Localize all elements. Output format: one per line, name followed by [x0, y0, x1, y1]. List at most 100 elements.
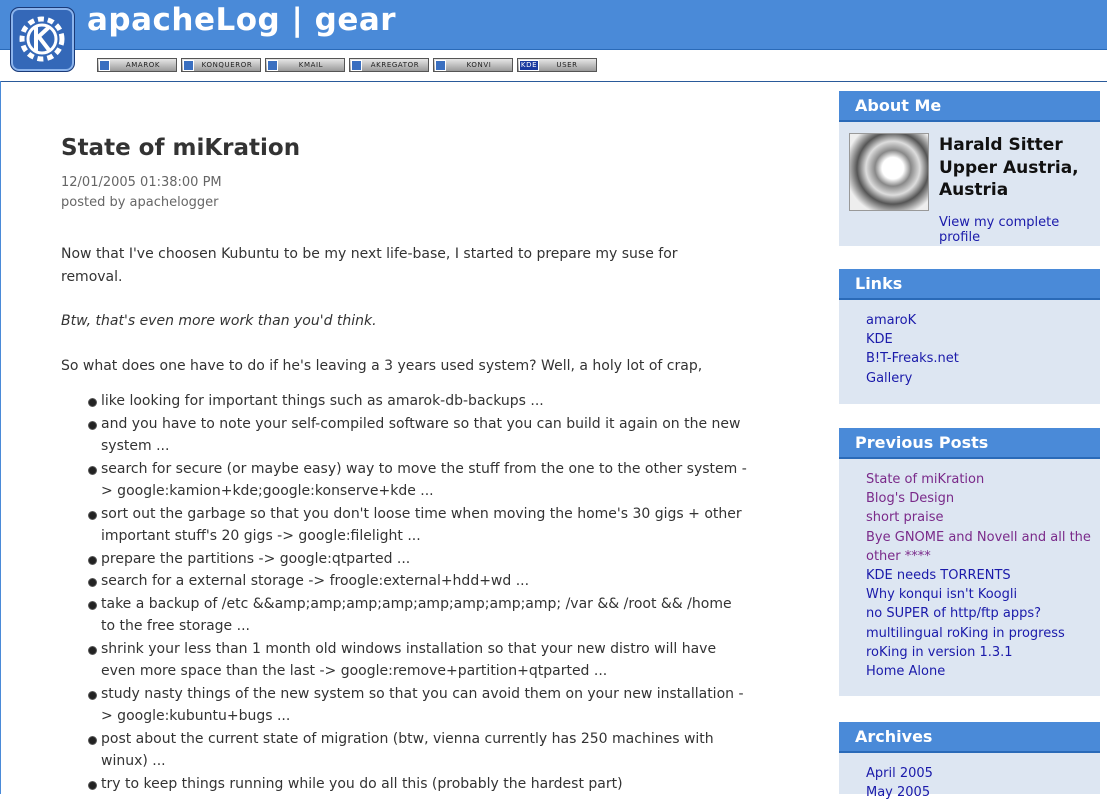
list-item-text: shrink your less than 1 month old window…: [101, 640, 717, 680]
previous-posts-list: State of miKration Blog's Design short p…: [866, 470, 1096, 681]
site-title[interactable]: apacheLog | gear: [87, 2, 396, 38]
bullet-icon: [88, 645, 97, 655]
sidebar-link-kde[interactable]: KDE: [866, 330, 1096, 349]
sidebar-link-bitfreaks[interactable]: B!T-Freaks.net: [866, 349, 1096, 368]
bullet-icon: [88, 735, 97, 745]
post-paragraph-italic: Btw, that's even more work than you'd th…: [61, 313, 377, 329]
post-paragraph: Now that I've choosen Kubuntu to be my n…: [61, 246, 678, 285]
list-item: like looking for important things such a…: [88, 390, 748, 413]
previous-post-link[interactable]: roKing in version 1.3.1: [866, 643, 1096, 662]
archive-link[interactable]: May 2005: [866, 783, 1096, 802]
view-profile-link[interactable]: View my complete profile: [939, 215, 1100, 245]
badge-konqueror[interactable]: KONQUEROR: [181, 58, 261, 72]
badge-label: KONVI: [466, 61, 492, 69]
links-box: Links amaroK KDE B!T-Freaks.net Gallery: [839, 269, 1100, 404]
list-item: study nasty things of the new system so …: [88, 683, 748, 728]
badge-label: USER: [556, 61, 578, 69]
bullet-icon: [88, 600, 97, 610]
previous-post-link[interactable]: KDE needs TORRENTS: [866, 566, 1096, 585]
post-author: posted by apachelogger: [61, 195, 219, 210]
badge-label: AMAROK: [125, 61, 161, 69]
bullet-icon: [88, 555, 97, 565]
badge-kmail[interactable]: KMAIL: [265, 58, 345, 72]
links-header: Links: [839, 269, 1100, 300]
list-item-text: try to keep things running while you do …: [101, 775, 623, 792]
badge-label: KONQUEROR: [201, 61, 253, 69]
previous-post-link[interactable]: State of miKration: [866, 470, 1096, 489]
previous-post-link[interactable]: no SUPER of http/ftp apps?: [866, 604, 1096, 623]
post-date[interactable]: 12/01/2005 01:38:00 PM: [61, 175, 222, 190]
badge-label: AKREGATOR: [370, 61, 420, 69]
links-heading: Links: [855, 274, 903, 293]
list-item: and you have to note your self-compiled …: [88, 413, 748, 458]
konversation-icon: [435, 60, 446, 71]
badge-konversation[interactable]: KONVI: [433, 58, 513, 72]
archives-header: Archives: [839, 722, 1100, 753]
list-item-text: search for secure (or maybe easy) way to…: [101, 460, 747, 500]
list-item-text: post about the current state of migratio…: [101, 730, 714, 770]
badge-akregator[interactable]: AKREGATOR: [349, 58, 429, 72]
previous-post-link[interactable]: Bye GNOME and Novell and all the: [866, 528, 1096, 547]
profile-name-block: Harald Sitter Upper Austria, Austria: [939, 134, 1079, 202]
about-me-box: About Me Harald Sitter Upper Austria, Au…: [839, 91, 1100, 246]
kde-gear-logo-icon[interactable]: [10, 7, 75, 72]
previous-posts-box: Previous Posts State of miKration Blog's…: [839, 428, 1100, 696]
list-item: try to keep things running while you do …: [88, 773, 748, 796]
kmail-icon: [267, 60, 278, 71]
bullet-icon: [88, 465, 97, 475]
header: apacheLog | gear AMAROK KONQUEROR KMAIL …: [0, 0, 1107, 82]
bullet-icon: [88, 578, 97, 587]
list-item-text: sort out the garbage so that you don't l…: [101, 505, 742, 545]
links-list: amaroK KDE B!T-Freaks.net Gallery: [866, 311, 1096, 388]
badge-amarok[interactable]: AMAROK: [97, 58, 177, 72]
list-item: post about the current state of migratio…: [88, 728, 748, 773]
bullet-icon: [88, 780, 97, 790]
archives-heading: Archives: [855, 727, 933, 746]
profile-location: Upper Austria,: [939, 157, 1079, 178]
previous-posts-heading: Previous Posts: [855, 433, 989, 452]
previous-post-link[interactable]: Home Alone: [866, 662, 1096, 681]
list-item-text: take a backup of /etc &&amp;amp;amp;amp;…: [101, 595, 732, 635]
about-me-header: About Me: [839, 91, 1100, 122]
bullet-icon: [88, 690, 97, 700]
konqueror-icon: [183, 60, 194, 71]
kde-icon: KDE: [519, 60, 539, 71]
profile-name: Harald Sitter: [939, 135, 1063, 155]
list-item-text: study nasty things of the new system so …: [101, 685, 744, 725]
list-item: search for a external storage -> froogle…: [88, 570, 748, 593]
previous-post-link[interactable]: Why konqui isn't Koogli: [866, 585, 1096, 604]
amarok-icon: [99, 60, 110, 71]
akregator-icon: [351, 60, 362, 71]
previous-posts-header: Previous Posts: [839, 428, 1100, 459]
list-item: prepare the partitions -> google:qtparte…: [88, 548, 748, 571]
bullet-icon: [88, 510, 97, 520]
left-border: [0, 81, 1, 794]
post-title[interactable]: State of miKration: [61, 135, 300, 161]
list-item-text: like looking for important things such a…: [101, 393, 544, 409]
previous-post-link[interactable]: other ****: [866, 547, 1096, 566]
list-item-text: prepare the partitions -> google:qtparte…: [101, 550, 411, 567]
bullet-icon: [88, 420, 97, 430]
sidebar-link-gallery[interactable]: Gallery: [866, 369, 1096, 388]
previous-post-link[interactable]: short praise: [866, 508, 1096, 527]
post-paragraph: So what does one have to do if he's leav…: [61, 358, 703, 374]
list-item-text: and you have to note your self-compiled …: [101, 415, 741, 455]
title-bar: apacheLog | gear: [0, 0, 1107, 50]
badge-kde-user[interactable]: KDE USER: [517, 58, 597, 72]
previous-post-link[interactable]: Blog's Design: [866, 489, 1096, 508]
list-item: search for secure (or maybe easy) way to…: [88, 458, 748, 503]
list-item-text: search for a external storage -> froogle…: [101, 573, 530, 589]
sidebar-link-amarok[interactable]: amaroK: [866, 311, 1096, 330]
bullet-icon: [88, 398, 97, 407]
avatar[interactable]: [849, 133, 929, 211]
profile-location-country: Austria: [939, 180, 1009, 200]
badge-label: KMAIL: [298, 61, 324, 69]
archives-box: Archives April 2005 May 2005: [839, 722, 1100, 800]
previous-post-link[interactable]: multilingual roKing in progress: [866, 624, 1096, 643]
archives-list: April 2005 May 2005: [866, 764, 1096, 802]
list-item: take a backup of /etc &&amp;amp;amp;amp;…: [88, 593, 748, 638]
list-item: shrink your less than 1 month old window…: [88, 638, 748, 683]
list-item: sort out the garbage so that you don't l…: [88, 503, 748, 548]
archive-link[interactable]: April 2005: [866, 764, 1096, 783]
bullet-list: like looking for important things such a…: [88, 390, 748, 795]
